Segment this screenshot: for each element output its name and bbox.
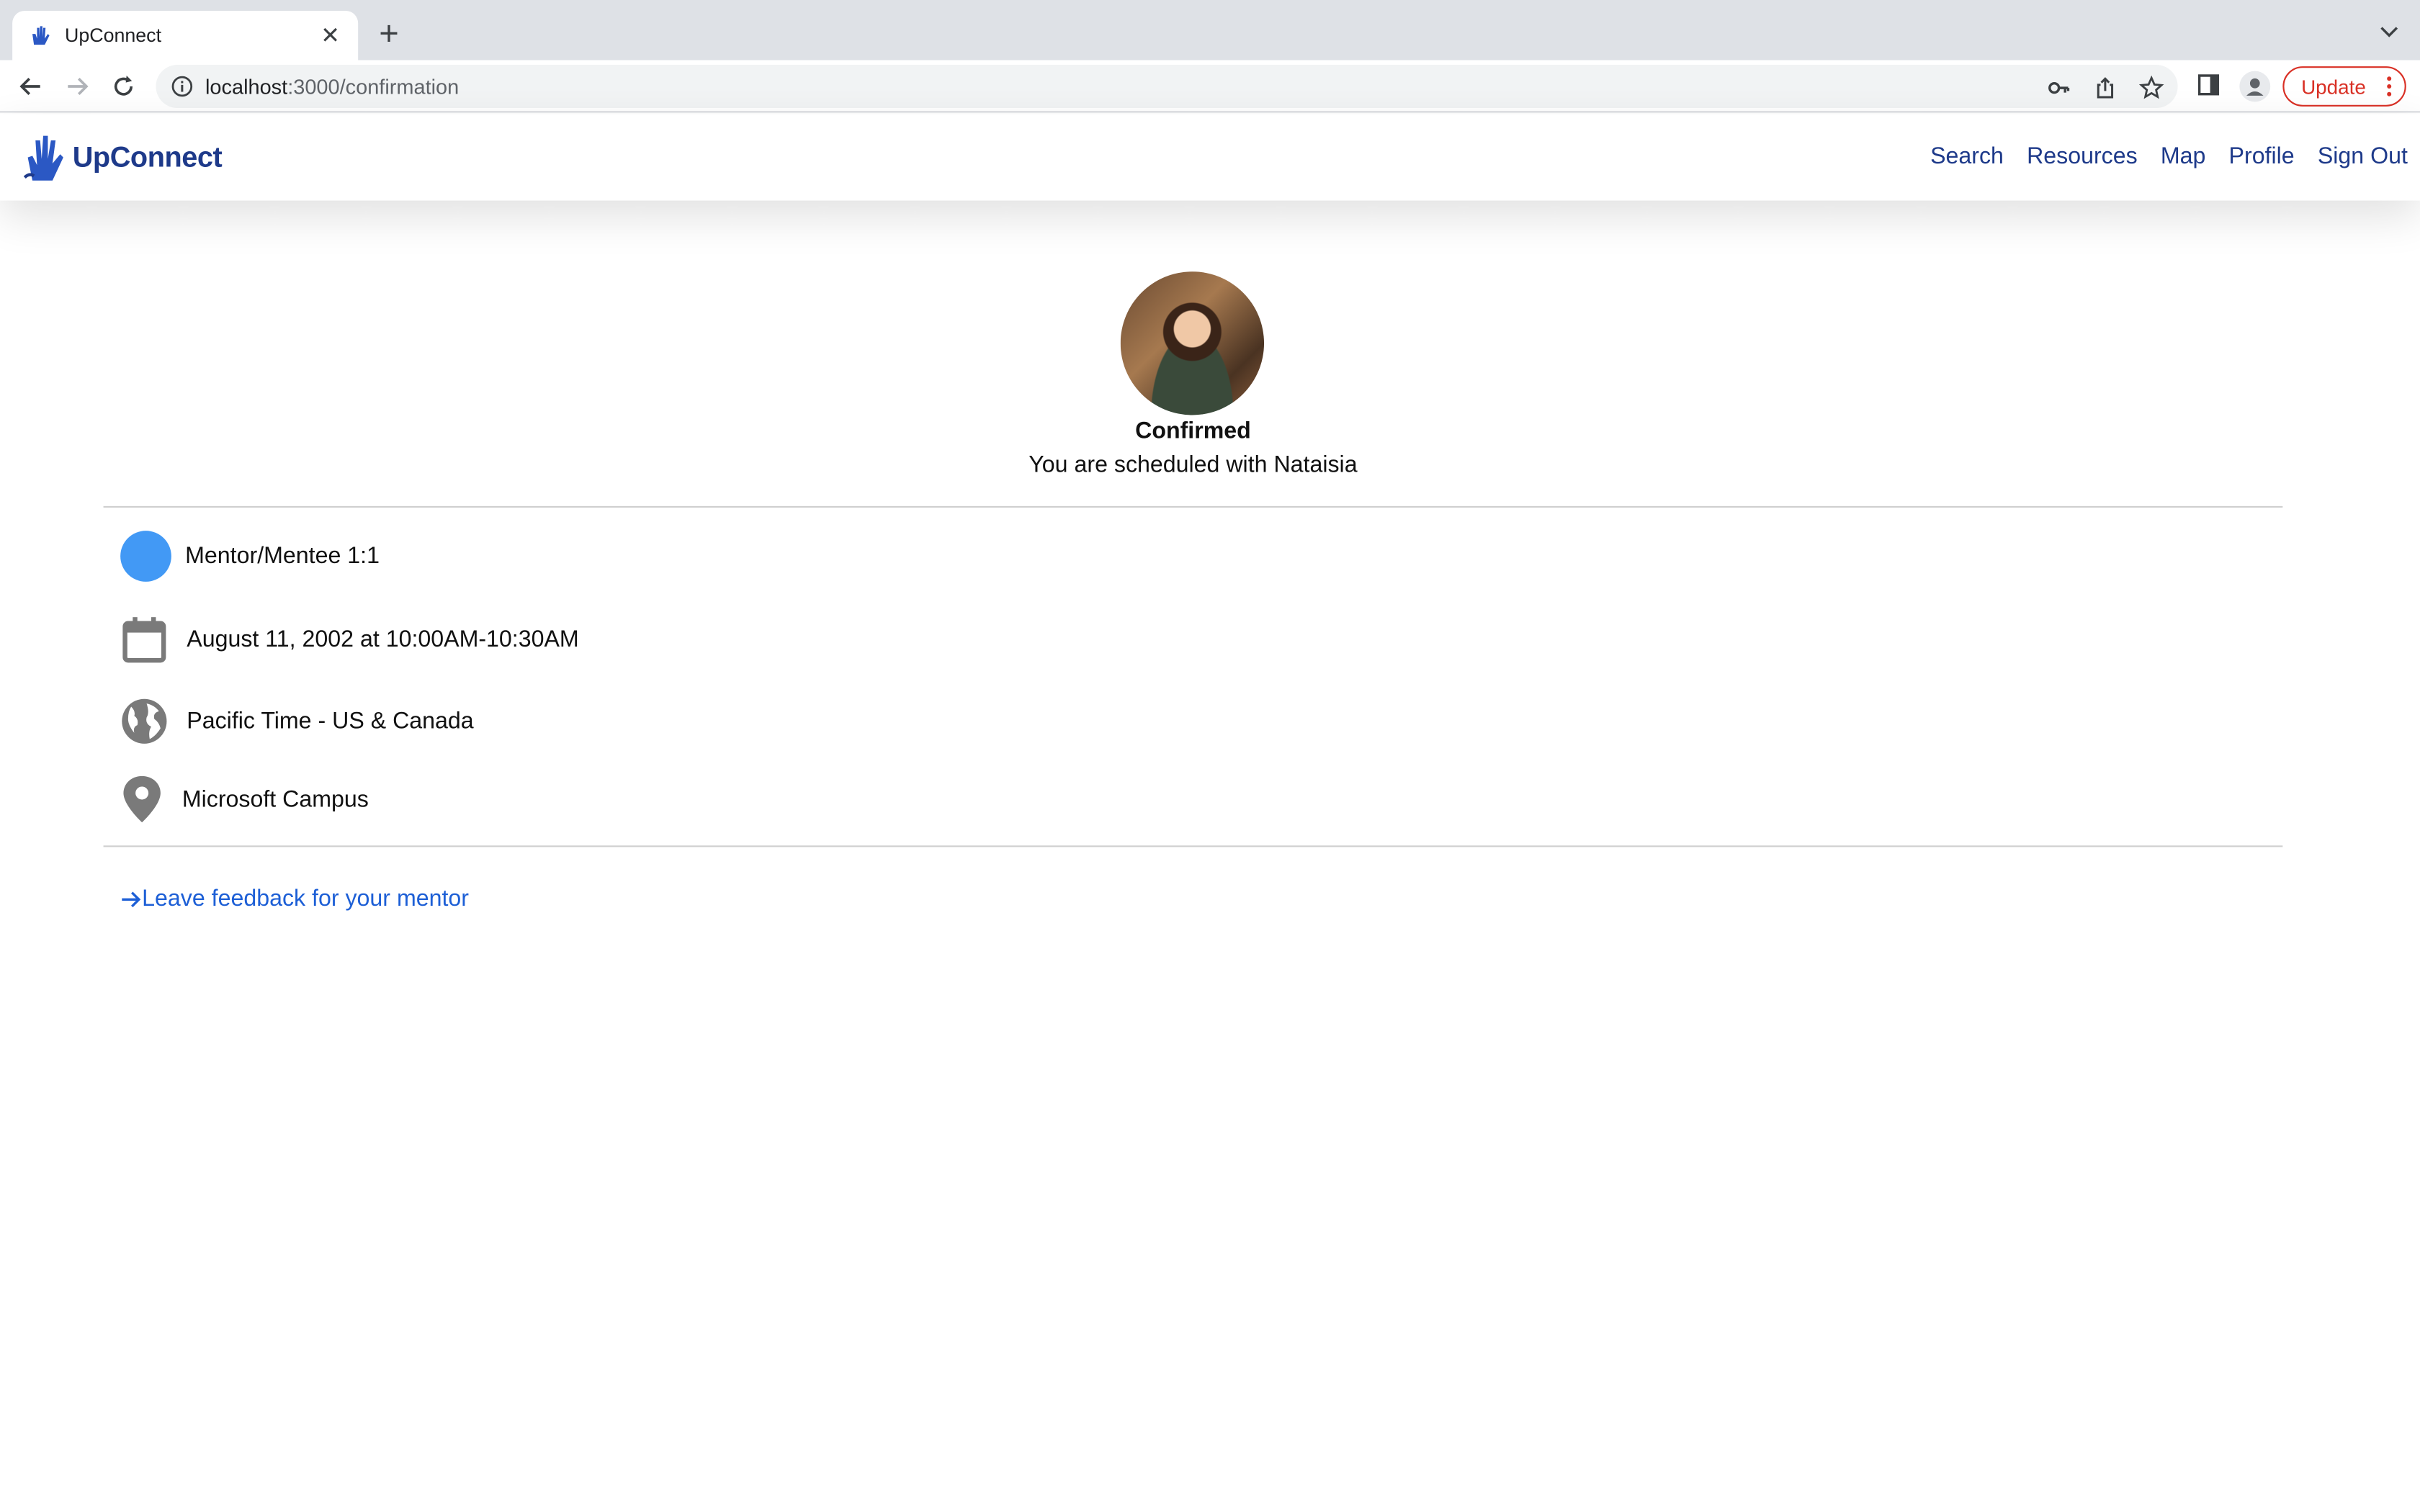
browser-tab-strip: UpConnect ✕ + [0,0,2420,60]
update-label: Update [2301,74,2366,99]
profile-avatar-icon[interactable] [2239,71,2271,102]
timezone-row: Pacific Time - US & Canada [120,698,474,745]
location-row: Microsoft Campus [120,775,369,824]
browser-tab[interactable]: UpConnect ✕ [12,11,359,60]
event-location: Microsoft Campus [182,786,369,813]
mentor-avatar [1120,271,1265,415]
confirmation-message: You are scheduled with Nataisia [1028,451,1358,479]
nav-profile[interactable]: Profile [2229,143,2295,169]
nav-resources[interactable]: Resources [2027,143,2138,169]
event-timezone: Pacific Time - US & Canada [187,708,474,735]
brand-name: UpConnect [72,140,223,174]
reload-icon[interactable] [108,71,139,102]
star-icon[interactable] [2139,76,2164,100]
logo[interactable]: UpConnect [22,131,223,184]
event-datetime: August 11, 2002 at 10:00AM-10:30AM [187,626,579,653]
browser-toolbar: localhost:3000/confirmation [0,60,2420,113]
hand-logo-icon [23,135,63,181]
event-type: Mentor/Mentee 1:1 [185,543,380,570]
new-tab-icon[interactable]: + [374,14,405,52]
leave-feedback-label: Leave feedback for your mentor [142,886,470,912]
tab-title: UpConnect [65,24,162,47]
more-vert-icon[interactable] [2386,74,2393,99]
nav-search[interactable]: Search [1930,143,2004,169]
back-arrow-icon[interactable] [15,71,46,102]
datetime-row: August 11, 2002 at 10:00AM-10:30AM [120,616,579,663]
divider-bottom [103,845,2283,847]
nav-sign-out[interactable]: Sign Out [2318,143,2408,169]
info-icon[interactable] [171,76,193,97]
url-path: :3000/confirmation [287,74,460,99]
map-pin-icon [123,775,161,823]
hand-logo-icon [32,26,50,45]
app-header: UpConnect Search Resources Map Profile S… [0,114,2420,201]
arrow-right-icon [122,891,141,907]
key-icon[interactable] [2046,76,2071,100]
divider-top [103,505,2283,508]
calendar-icon [122,617,166,663]
main-nav: Search Resources Map Profile Sign Out [1930,143,2408,169]
event-type-row: Mentor/Mentee 1:1 [120,531,380,582]
forward-arrow-icon[interactable] [62,71,93,102]
nav-map[interactable]: Map [2161,143,2206,169]
event-color-dot [120,531,171,582]
globe-icon [122,698,167,744]
address-bar[interactable]: localhost:3000/confirmation [156,65,2178,109]
close-tab-icon[interactable]: ✕ [318,22,342,49]
url-host: localhost [205,74,288,99]
confirmation-status: Confirmed [1135,418,1251,445]
share-icon[interactable] [2093,76,2118,100]
update-button[interactable]: Update [2282,66,2406,107]
chevron-down-icon[interactable] [2377,19,2401,43]
side-panel-icon[interactable] [2197,74,2220,96]
leave-feedback-link[interactable]: Leave feedback for your mentor [120,886,469,912]
